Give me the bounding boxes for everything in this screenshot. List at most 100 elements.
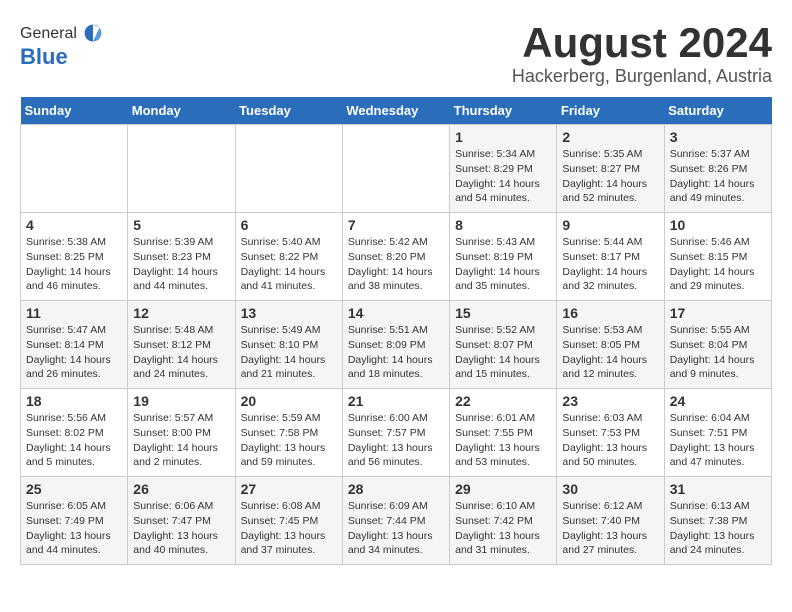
day-number: 31	[670, 481, 766, 497]
calendar-cell: 17Sunrise: 5:55 AM Sunset: 8:04 PM Dayli…	[664, 301, 771, 389]
day-number: 13	[241, 305, 337, 321]
day-number: 30	[562, 481, 658, 497]
day-number: 5	[133, 217, 229, 233]
day-info: Sunrise: 5:35 AM Sunset: 8:27 PM Dayligh…	[562, 147, 658, 206]
day-info: Sunrise: 5:48 AM Sunset: 8:12 PM Dayligh…	[133, 323, 229, 382]
calendar-cell: 4Sunrise: 5:38 AM Sunset: 8:25 PM Daylig…	[21, 213, 128, 301]
calendar-cell: 14Sunrise: 5:51 AM Sunset: 8:09 PM Dayli…	[342, 301, 449, 389]
day-number: 25	[26, 481, 122, 497]
calendar-cell: 16 Sunrise: 5:53 AM Sunset: 8:05 PM Dayli…	[557, 301, 664, 389]
day-info: Sunrise: 5:52 AM Sunset: 8:07 PM Dayligh…	[455, 323, 551, 382]
calendar-cell: 21 Sunrise: 6:00 AM Sunset: 7:57 PM Dayli…	[342, 389, 449, 477]
day-info: Sunrise: 6:01 AM Sunset: 7:55 PM Dayligh…	[455, 411, 551, 470]
day-info: Sunrise: 5:51 AM Sunset: 8:09 PM Dayligh…	[348, 323, 444, 382]
day-number: 15	[455, 305, 551, 321]
calendar-cell: 22 Sunrise: 6:01 AM Sunset: 7:55 PM Dayli…	[450, 389, 557, 477]
day-number: 21	[348, 393, 444, 409]
week-row-1: 1 Sunrise: 5:34 AM Sunset: 8:29 PM Daylig…	[21, 125, 772, 213]
weekday-header-monday: Monday	[128, 97, 235, 125]
day-number: 19	[133, 393, 229, 409]
day-number: 12	[133, 305, 229, 321]
calendar-cell	[21, 125, 128, 213]
calendar-cell: 7 Sunrise: 5:42 AM Sunset: 8:20 PM Daylig…	[342, 213, 449, 301]
calendar-cell: 31 Sunrise: 6:13 AM Sunset: 7:38 PM Dayli…	[664, 477, 771, 565]
day-info: Sunrise: 5:59 AM Sunset: 7:58 PM Dayligh…	[241, 411, 337, 470]
day-number: 2	[562, 129, 658, 145]
day-info: Sunrise: 6:04 AM Sunset: 7:51 PM Dayligh…	[670, 411, 766, 470]
day-number: 7	[348, 217, 444, 233]
calendar-cell: 11 Sunrise: 5:47 AM Sunset: 8:14 PM Dayli…	[21, 301, 128, 389]
calendar-cell: 23 Sunrise: 6:03 AM Sunset: 7:53 PM Dayli…	[557, 389, 664, 477]
day-info: Sunrise: 5:56 AM Sunset: 8:02 PM Dayligh…	[26, 411, 122, 470]
day-info: Sunrise: 6:05 AM Sunset: 7:49 PM Dayligh…	[26, 499, 122, 558]
day-info: Sunrise: 6:00 AM Sunset: 7:57 PM Dayligh…	[348, 411, 444, 470]
day-number: 22	[455, 393, 551, 409]
day-info: Sunrise: 5:43 AM Sunset: 8:19 PM Dayligh…	[455, 235, 551, 294]
day-info: Sunrise: 5:44 AM Sunset: 8:17 PM Dayligh…	[562, 235, 658, 294]
weekday-header-thursday: Thursday	[450, 97, 557, 125]
day-number: 1	[455, 129, 551, 145]
location-subtitle: Hackerberg, Burgenland, Austria	[512, 66, 772, 87]
day-info: Sunrise: 6:06 AM Sunset: 7:47 PM Dayligh…	[133, 499, 229, 558]
weekday-header-sunday: Sunday	[21, 97, 128, 125]
day-info: Sunrise: 5:47 AM Sunset: 8:14 PM Dayligh…	[26, 323, 122, 382]
day-number: 23	[562, 393, 658, 409]
day-number: 20	[241, 393, 337, 409]
month-year-title: August 2024	[512, 20, 772, 66]
calendar-cell	[128, 125, 235, 213]
week-row-4: 18 Sunrise: 5:56 AM Sunset: 8:02 PM Dayli…	[21, 389, 772, 477]
calendar-cell: 20 Sunrise: 5:59 AM Sunset: 7:58 PM Dayli…	[235, 389, 342, 477]
day-number: 10	[670, 217, 766, 233]
calendar-cell: 19 Sunrise: 5:57 AM Sunset: 8:00 PM Dayli…	[128, 389, 235, 477]
calendar-cell: 30 Sunrise: 6:12 AM Sunset: 7:40 PM Dayli…	[557, 477, 664, 565]
day-info: Sunrise: 5:53 AM Sunset: 8:05 PM Dayligh…	[562, 323, 658, 382]
day-number: 16	[562, 305, 658, 321]
title-block: August 2024 Hackerberg, Burgenland, Aust…	[512, 20, 772, 87]
day-info: Sunrise: 5:34 AM Sunset: 8:29 PM Dayligh…	[455, 147, 551, 206]
logo-icon	[79, 20, 107, 48]
day-info: Sunrise: 6:09 AM Sunset: 7:44 PM Dayligh…	[348, 499, 444, 558]
day-number: 9	[562, 217, 658, 233]
day-number: 28	[348, 481, 444, 497]
day-number: 4	[26, 217, 122, 233]
day-number: 8	[455, 217, 551, 233]
day-info: Sunrise: 6:03 AM Sunset: 7:53 PM Dayligh…	[562, 411, 658, 470]
calendar-cell: 3Sunrise: 5:37 AM Sunset: 8:26 PM Daylig…	[664, 125, 771, 213]
calendar-cell: 29 Sunrise: 6:10 AM Sunset: 7:42 PM Dayli…	[450, 477, 557, 565]
calendar-cell: 1 Sunrise: 5:34 AM Sunset: 8:29 PM Daylig…	[450, 125, 557, 213]
day-info: Sunrise: 6:08 AM Sunset: 7:45 PM Dayligh…	[241, 499, 337, 558]
day-info: Sunrise: 5:46 AM Sunset: 8:15 PM Dayligh…	[670, 235, 766, 294]
calendar-cell: 8 Sunrise: 5:43 AM Sunset: 8:19 PM Daylig…	[450, 213, 557, 301]
weekday-header-tuesday: Tuesday	[235, 97, 342, 125]
day-info: Sunrise: 5:37 AM Sunset: 8:26 PM Dayligh…	[670, 147, 766, 206]
calendar-cell	[342, 125, 449, 213]
day-info: Sunrise: 5:49 AM Sunset: 8:10 PM Dayligh…	[241, 323, 337, 382]
day-info: Sunrise: 5:57 AM Sunset: 8:00 PM Dayligh…	[133, 411, 229, 470]
calendar-cell: 26Sunrise: 6:06 AM Sunset: 7:47 PM Dayli…	[128, 477, 235, 565]
day-info: Sunrise: 5:42 AM Sunset: 8:20 PM Dayligh…	[348, 235, 444, 294]
calendar-cell: 13 Sunrise: 5:49 AM Sunset: 8:10 PM Dayli…	[235, 301, 342, 389]
week-row-2: 4Sunrise: 5:38 AM Sunset: 8:25 PM Daylig…	[21, 213, 772, 301]
day-info: Sunrise: 5:55 AM Sunset: 8:04 PM Dayligh…	[670, 323, 766, 382]
day-info: Sunrise: 5:40 AM Sunset: 8:22 PM Dayligh…	[241, 235, 337, 294]
day-info: Sunrise: 6:13 AM Sunset: 7:38 PM Dayligh…	[670, 499, 766, 558]
page-header: General Blue August 2024 Hackerberg, Bur…	[20, 20, 772, 87]
logo: General Blue	[20, 20, 107, 70]
calendar-cell: 2 Sunrise: 5:35 AM Sunset: 8:27 PM Daylig…	[557, 125, 664, 213]
day-number: 29	[455, 481, 551, 497]
calendar-table: SundayMondayTuesdayWednesdayThursdayFrid…	[20, 97, 772, 565]
calendar-cell: 28 Sunrise: 6:09 AM Sunset: 7:44 PM Dayli…	[342, 477, 449, 565]
day-number: 11	[26, 305, 122, 321]
weekday-header-wednesday: Wednesday	[342, 97, 449, 125]
calendar-cell: 15 Sunrise: 5:52 AM Sunset: 8:07 PM Dayli…	[450, 301, 557, 389]
calendar-cell: 10 Sunrise: 5:46 AM Sunset: 8:15 PM Dayli…	[664, 213, 771, 301]
calendar-cell: 9 Sunrise: 5:44 AM Sunset: 8:17 PM Daylig…	[557, 213, 664, 301]
day-info: Sunrise: 6:10 AM Sunset: 7:42 PM Dayligh…	[455, 499, 551, 558]
week-row-3: 11 Sunrise: 5:47 AM Sunset: 8:14 PM Dayli…	[21, 301, 772, 389]
header-row: SundayMondayTuesdayWednesdayThursdayFrid…	[21, 97, 772, 125]
calendar-cell: 24Sunrise: 6:04 AM Sunset: 7:51 PM Dayli…	[664, 389, 771, 477]
calendar-cell: 27Sunrise: 6:08 AM Sunset: 7:45 PM Dayli…	[235, 477, 342, 565]
day-info: Sunrise: 6:12 AM Sunset: 7:40 PM Dayligh…	[562, 499, 658, 558]
day-number: 18	[26, 393, 122, 409]
weekday-header-friday: Friday	[557, 97, 664, 125]
